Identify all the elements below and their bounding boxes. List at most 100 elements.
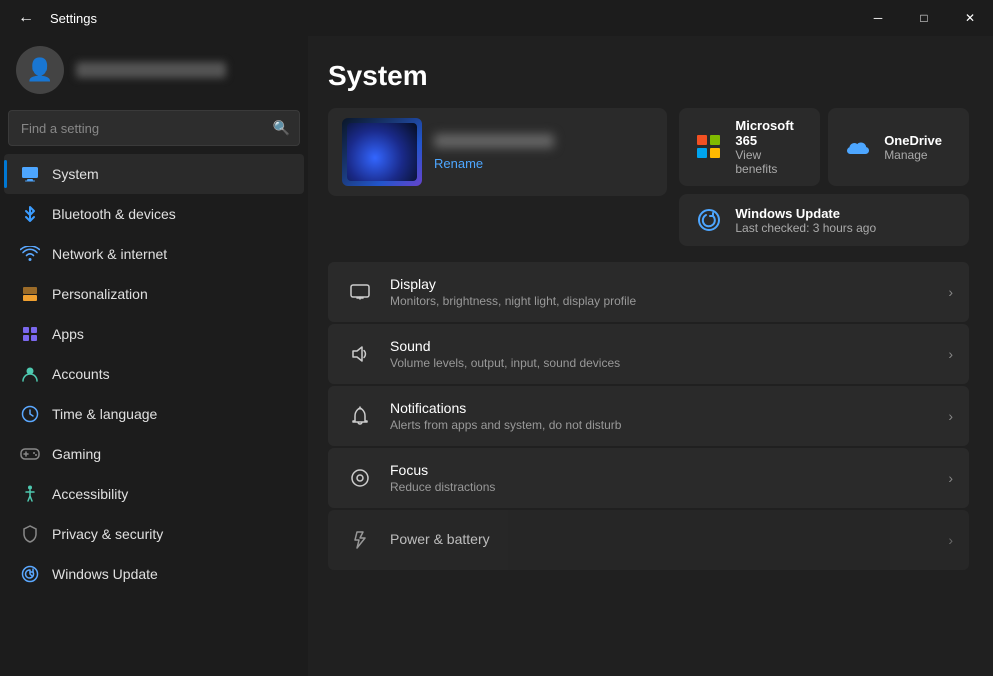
focus-icon	[344, 462, 376, 494]
ms365-subtitle[interactable]: View benefits	[735, 148, 806, 176]
sidebar-label-time: Time & language	[52, 406, 157, 422]
gaming-icon	[20, 444, 40, 464]
settings-item-power[interactable]: Power & battery ›	[328, 510, 969, 570]
app-title: Settings	[50, 11, 97, 26]
title-bar-left: ← Settings	[12, 4, 97, 32]
settings-list: Display Monitors, brightness, night ligh…	[328, 262, 969, 570]
focus-chevron: ›	[948, 470, 953, 486]
ms365-text: Microsoft 365 View benefits	[735, 118, 806, 176]
ms365-icon	[693, 131, 725, 163]
device-info: Rename	[434, 134, 554, 171]
device-card: Rename	[328, 108, 667, 196]
sidebar-label-accounts: Accounts	[52, 366, 110, 382]
sidebar-item-system[interactable]: System	[4, 154, 304, 194]
search-box: 🔍	[8, 110, 300, 146]
sound-chevron: ›	[948, 346, 953, 362]
sidebar-item-gaming[interactable]: Gaming	[4, 434, 304, 474]
ms365-title: Microsoft 365	[735, 118, 806, 148]
windows-update-card[interactable]: Windows Update Last checked: 3 hours ago	[679, 194, 969, 246]
ms365-onedrive-row: Microsoft 365 View benefits OneDrive	[679, 108, 969, 186]
accounts-icon	[20, 364, 40, 384]
sidebar-label-privacy: Privacy & security	[52, 526, 163, 542]
win-update-text: Windows Update Last checked: 3 hours ago	[735, 206, 876, 235]
user-icon: 👤	[26, 57, 53, 83]
sound-icon	[344, 338, 376, 370]
sidebar-item-time[interactable]: Time & language	[4, 394, 304, 434]
sidebar: 👤 🔍 System	[0, 36, 308, 676]
sidebar-label-system: System	[52, 166, 99, 182]
focus-title: Focus	[390, 462, 948, 478]
onedrive-icon	[842, 131, 874, 163]
device-thumbnail	[342, 118, 422, 186]
onedrive-subtitle[interactable]: Manage	[884, 148, 942, 162]
sidebar-item-accounts[interactable]: Accounts	[4, 354, 304, 394]
privacy-icon	[20, 524, 40, 544]
settings-item-notifications[interactable]: Notifications Alerts from apps and syste…	[328, 386, 969, 446]
device-thumbnail-inner	[347, 123, 417, 181]
maximize-button[interactable]: □	[901, 0, 947, 36]
win-update-title: Windows Update	[735, 206, 876, 221]
display-sub: Monitors, brightness, night light, displ…	[390, 294, 948, 308]
accessibility-icon	[20, 484, 40, 504]
power-chevron: ›	[948, 532, 953, 548]
minimize-button[interactable]: ─	[855, 0, 901, 36]
sidebar-label-personalization: Personalization	[52, 286, 148, 302]
personalization-icon	[20, 284, 40, 304]
display-text: Display Monitors, brightness, night ligh…	[390, 276, 948, 308]
avatar: 👤	[16, 46, 64, 94]
sound-title: Sound	[390, 338, 948, 354]
settings-item-display[interactable]: Display Monitors, brightness, night ligh…	[328, 262, 969, 322]
sidebar-item-personalization[interactable]: Personalization	[4, 274, 304, 314]
notifications-title: Notifications	[390, 400, 948, 416]
wifi-icon	[20, 244, 40, 264]
sidebar-item-bluetooth[interactable]: Bluetooth & devices	[4, 194, 304, 234]
main-content: System Rename	[308, 36, 993, 676]
title-bar: ← Settings ─ □ ✕	[0, 0, 993, 36]
display-icon	[344, 276, 376, 308]
sidebar-label-network: Network & internet	[52, 246, 167, 262]
system-icon	[20, 164, 40, 184]
sidebar-label-gaming: Gaming	[52, 446, 101, 462]
onedrive-title: OneDrive	[884, 133, 942, 148]
close-button[interactable]: ✕	[947, 0, 993, 36]
top-cards-row: Rename	[328, 108, 969, 246]
focus-text: Focus Reduce distractions	[390, 462, 948, 494]
sidebar-label-apps: Apps	[52, 326, 84, 342]
sidebar-item-network[interactable]: Network & internet	[4, 234, 304, 274]
ms365-card[interactable]: Microsoft 365 View benefits	[679, 108, 820, 186]
sidebar-item-apps[interactable]: Apps ←	[4, 314, 304, 354]
user-section: 👤	[0, 36, 308, 110]
win-update-subtitle: Last checked: 3 hours ago	[735, 221, 876, 235]
onedrive-text: OneDrive Manage	[884, 133, 942, 162]
display-title: Display	[390, 276, 948, 292]
power-text: Power & battery	[390, 531, 948, 549]
power-title: Power & battery	[390, 531, 948, 547]
settings-item-focus[interactable]: Focus Reduce distractions ›	[328, 448, 969, 508]
sidebar-item-accessibility[interactable]: Accessibility	[4, 474, 304, 514]
nav-list: System Bluetooth & devices	[0, 154, 308, 668]
apps-icon	[20, 324, 40, 344]
onedrive-card[interactable]: OneDrive Manage	[828, 108, 969, 186]
user-name	[76, 62, 226, 78]
notifications-icon	[344, 400, 376, 432]
sidebar-label-bluetooth: Bluetooth & devices	[52, 206, 176, 222]
display-chevron: ›	[948, 284, 953, 300]
time-icon	[20, 404, 40, 424]
notifications-sub: Alerts from apps and system, do not dist…	[390, 418, 948, 432]
settings-item-sound[interactable]: Sound Volume levels, output, input, soun…	[328, 324, 969, 384]
sidebar-item-windows-update[interactable]: Windows Update	[4, 554, 304, 594]
app-body: 👤 🔍 System	[0, 36, 993, 676]
window-controls: ─ □ ✕	[855, 0, 993, 36]
sidebar-item-privacy[interactable]: Privacy & security	[4, 514, 304, 554]
win-update-icon	[693, 204, 725, 236]
bluetooth-icon	[20, 204, 40, 224]
search-input[interactable]	[8, 110, 300, 146]
windows-update-icon	[20, 564, 40, 584]
sidebar-label-accessibility: Accessibility	[52, 486, 128, 502]
rename-link[interactable]: Rename	[434, 156, 554, 171]
back-button[interactable]: ←	[12, 4, 40, 32]
focus-sub: Reduce distractions	[390, 480, 948, 494]
sound-sub: Volume levels, output, input, sound devi…	[390, 356, 948, 370]
side-cards: Microsoft 365 View benefits OneDrive	[679, 108, 969, 246]
page-title: System	[328, 60, 969, 92]
